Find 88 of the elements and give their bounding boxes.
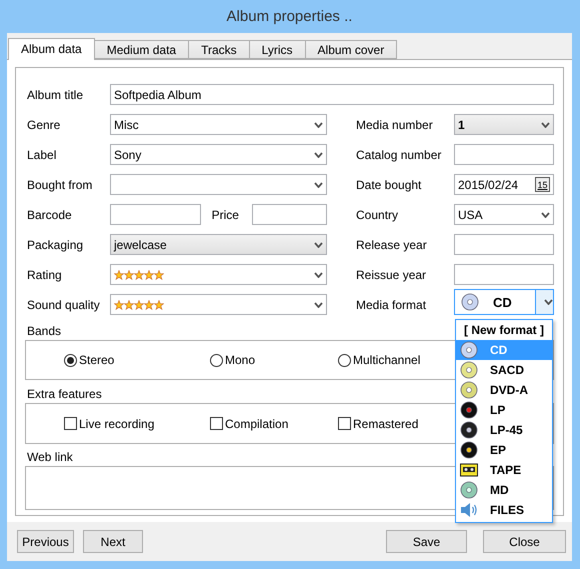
- star-icon: [114, 270, 124, 280]
- list-item[interactable]: DVD-A: [456, 380, 552, 400]
- chevron-icon: [314, 182, 323, 188]
- vinyl-record-icon: [460, 421, 478, 439]
- input-field[interactable]: [110, 204, 201, 225]
- dropdown-field[interactable]: USA: [454, 204, 554, 225]
- radio-option[interactable]: Mono: [210, 353, 338, 367]
- checkbox-option[interactable]: Live recording: [64, 416, 210, 430]
- chevron-icon: [314, 152, 323, 158]
- star-icon: [134, 270, 144, 280]
- input-field[interactable]: [454, 144, 554, 165]
- star-icon: [124, 270, 134, 280]
- field-label: Media number: [356, 118, 434, 132]
- tab[interactable]: Album cover: [304, 40, 398, 59]
- field-label: Release year: [356, 238, 428, 252]
- tab[interactable]: Album data: [8, 38, 95, 60]
- dropdown-field[interactable]: [110, 294, 327, 315]
- input-field[interactable]: [454, 264, 554, 285]
- date-field[interactable]: 2015/02/24 15: [454, 174, 554, 195]
- field-label: Rating: [27, 268, 63, 282]
- star-icon: [144, 270, 154, 280]
- disc-icon: [460, 341, 478, 359]
- radio-option[interactable]: Stereo: [64, 353, 210, 367]
- star-icon: [134, 300, 144, 310]
- vinyl-record-icon: [460, 401, 478, 419]
- disc-icon: [460, 481, 478, 499]
- tab[interactable]: Lyrics: [248, 40, 306, 59]
- speaker-icon: [460, 502, 478, 518]
- nav-button[interactable]: Next: [83, 530, 143, 553]
- chevron-icon: [541, 122, 550, 128]
- dropdown-field[interactable]: CD: [454, 289, 554, 315]
- window-title: Album properties ..: [226, 8, 352, 25]
- chevron-icon: [541, 212, 550, 218]
- chevron-icon: [314, 302, 323, 308]
- chevron-icon: [544, 299, 553, 305]
- field-label: Album title: [27, 88, 84, 102]
- star-icon: [124, 300, 134, 310]
- field-label: Media format: [356, 298, 428, 312]
- dropdown-field[interactable]: Sony: [110, 144, 327, 165]
- dropdown-field[interactable]: jewelcase: [110, 234, 327, 255]
- action-button[interactable]: Close: [483, 530, 566, 553]
- field-label: Date bought: [356, 178, 422, 192]
- tab[interactable]: Tracks: [188, 40, 250, 59]
- list-item[interactable]: EP: [456, 440, 552, 460]
- action-button[interactable]: Save: [386, 530, 467, 553]
- field-label: Label: [27, 148, 58, 162]
- list-item[interactable]: [ New format ]: [456, 320, 552, 340]
- star-icon: [144, 300, 154, 310]
- disc-icon: [460, 381, 478, 399]
- star-icon: [154, 270, 164, 280]
- chevron-icon: [314, 272, 323, 278]
- field-label: Packaging: [27, 238, 84, 252]
- field-label: Price: [212, 208, 240, 222]
- list-item[interactable]: LP: [456, 400, 552, 420]
- checkbox-option[interactable]: Compilation: [210, 416, 338, 430]
- star-icon: [154, 300, 164, 310]
- list-item[interactable]: LP-45: [456, 420, 552, 440]
- chevron-icon: [314, 122, 323, 128]
- list-item[interactable]: FILES: [456, 500, 552, 520]
- calendar-button[interactable]: 15: [535, 177, 550, 192]
- cassette-icon: [460, 463, 478, 477]
- nav-button[interactable]: Previous: [17, 530, 74, 553]
- field-label: Catalog number: [356, 148, 442, 162]
- section-label: Extra features: [27, 387, 102, 401]
- disc-icon: [461, 293, 479, 311]
- field-label: Country: [356, 208, 400, 222]
- vinyl-record-icon: [460, 441, 478, 459]
- dropdown-field[interactable]: [110, 264, 327, 285]
- chevron-icon: [314, 242, 323, 248]
- tab[interactable]: Medium data: [94, 40, 190, 59]
- dropdown-field[interactable]: Misc: [110, 114, 327, 135]
- input-field[interactable]: Softpedia Album: [110, 84, 554, 105]
- section-label: Web link: [27, 450, 73, 464]
- input-field[interactable]: [454, 234, 554, 255]
- field-label: Reissue year: [356, 268, 428, 282]
- field-label: Barcode: [27, 208, 73, 222]
- list-item[interactable]: SACD: [456, 360, 552, 380]
- dropdown-field[interactable]: 1: [454, 114, 554, 135]
- input-field[interactable]: [252, 204, 327, 225]
- list-item[interactable]: TAPE: [456, 460, 552, 480]
- disc-icon: [460, 361, 478, 379]
- field-label: Sound quality: [27, 298, 101, 312]
- star-icon: [114, 300, 124, 310]
- field-label: Bought from: [27, 178, 94, 192]
- field-label: Genre: [27, 118, 62, 132]
- list-item[interactable]: MD: [456, 480, 552, 500]
- section-label: Bands: [27, 324, 62, 338]
- dropdown-field[interactable]: [110, 174, 327, 195]
